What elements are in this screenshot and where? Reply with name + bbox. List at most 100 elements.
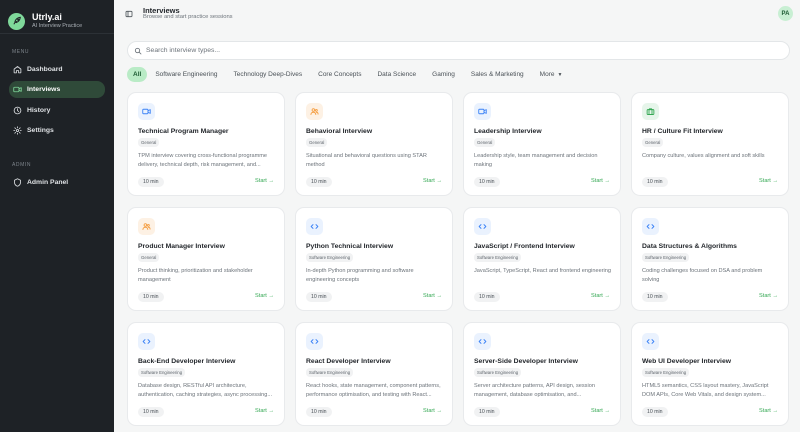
duration-badge: 10 min [306,292,332,302]
start-link[interactable]: Start → [759,293,778,299]
interview-card[interactable]: Product Manager Interview General Product … [127,207,285,311]
avatar[interactable]: PA [778,6,793,21]
chip-gaming[interactable]: Gaming [424,67,463,82]
duration-badge: 10 min [138,292,164,302]
search-input[interactable] [146,47,746,54]
duration-badge: 10 min [642,177,668,187]
card-description: Situational and behavioral questions usi… [306,153,427,168]
sidebar-item-settings[interactable]: Settings [9,122,105,139]
card-title: HR / Culture Fit Interview [642,128,723,135]
duration-badge: 10 min [306,177,332,187]
code-icon [474,333,491,350]
sidebar-item-interviews[interactable]: Interviews [9,81,105,98]
header: Interviews Browse and start practice ses… [114,0,800,28]
duration-badge: 10 min [642,292,668,302]
interview-card[interactable]: Behavioral Interview General Situational a… [295,92,453,196]
interview-card[interactable]: Data Structures & Algorithms Software Eng… [631,207,789,311]
duration-badge: 10 min [474,177,500,187]
category-badge: Software Engineering [642,368,690,377]
duration-badge: 10 min [474,292,500,302]
interview-card[interactable]: Server-Side Developer Interview Software … [463,322,621,426]
start-link[interactable]: Start → [591,408,610,414]
start-link[interactable]: Start → [759,408,778,414]
interview-card[interactable]: Back-End Developer Interview Software Eng… [127,322,285,426]
dashboard-icon [13,66,22,74]
card-title: Web UI Developer Interview [642,358,732,365]
chip-technology-deep-dives[interactable]: Technology Deep-Dives [225,67,310,82]
rocket-icon [8,12,25,30]
chip-sales-marketing[interactable]: Sales & Marketing [463,67,532,82]
admin-section-label: ADMIN [12,162,32,168]
interview-card[interactable]: Technical Program Manager General TPM inte… [127,92,285,196]
start-link[interactable]: Start → [591,178,610,184]
chip-all[interactable]: All [127,67,148,82]
sidebar-item-history[interactable]: History [9,102,105,119]
card-description: Coding challenges focused on DSA and pro… [642,268,763,283]
sidebar-item-label: Settings [27,127,54,134]
card-title: Python Technical Interview [306,243,394,250]
card-title: Technical Program Manager [138,128,229,135]
duration-badge: 10 min [642,407,668,417]
start-link[interactable]: Start → [255,408,274,414]
card-description: Product thinking, prioritization and sta… [138,268,253,283]
sidebar: Utrly.ai AI Interview Practice MENU Dash… [0,0,114,432]
chip-core-concepts[interactable]: Core Concepts [310,67,369,82]
interview-card[interactable]: JavaScript / Frontend Interview Software … [463,207,621,311]
sidebar-item-label: Interviews [27,86,61,93]
card-description: Database design, RESTful API architectur… [138,383,273,398]
start-link[interactable]: Start → [423,293,442,299]
gear-icon [13,126,22,135]
category-badge: Software Engineering [642,253,690,262]
sidebar-item-label: History [27,107,51,114]
interview-card[interactable]: Web UI Developer Interview Software Engin… [631,322,789,426]
start-link[interactable]: Start → [423,178,442,184]
start-link[interactable]: Start → [759,178,778,184]
video-icon [474,103,491,120]
code-icon [642,218,659,235]
start-link[interactable]: Start → [255,293,274,299]
interview-card-grid: Technical Program Manager General TPM inte… [127,92,790,426]
card-title: Leadership Interview [474,128,542,135]
users-icon [138,218,155,235]
card-description: Leadership style, team management and de… [474,153,598,168]
filter-chips: All Software Engineering Technology Deep… [127,67,570,82]
category-badge: Software Engineering [138,368,186,377]
category-badge: General [138,138,160,147]
category-badge: General [138,253,160,262]
chip-data-science[interactable]: Data Science [369,67,424,82]
card-title: Back-End Developer Interview [138,358,236,365]
code-icon [474,218,491,235]
chip-software-engineering[interactable]: Software Engineering [147,67,225,82]
card-title: JavaScript / Frontend Interview [474,243,575,250]
card-title: Product Manager Interview [138,243,225,250]
interview-card[interactable]: Python Technical Interview Software Engin… [295,207,453,311]
start-link[interactable]: Start → [591,293,610,299]
search-bar[interactable] [127,41,790,60]
code-icon [306,333,323,350]
code-icon [306,218,323,235]
sidebar-item-label: Admin Panel [27,179,69,186]
sidebar-item-admin-panel[interactable]: Admin Panel [9,174,105,191]
start-link[interactable]: Start → [255,178,274,184]
interview-card[interactable]: HR / Culture Fit Interview General Company… [631,92,789,196]
card-title: Behavioral Interview [306,128,373,135]
interview-card[interactable]: Leadership Interview General Leadership st… [463,92,621,196]
start-link[interactable]: Start → [423,408,442,414]
chip-more[interactable]: More ▼ [532,67,571,82]
brand[interactable]: Utrly.ai AI Interview Practice [0,0,114,34]
chip-more-label: More [539,71,555,78]
sidebar-item-dashboard[interactable]: Dashboard [9,61,105,78]
users-icon [306,103,323,120]
card-description: TPM interview covering cross-functional … [138,153,268,168]
interview-card[interactable]: React Developer Interview Software Engine… [295,322,453,426]
brand-name: Utrly.ai [32,11,62,22]
card-description: Server architecture patterns, API design… [474,383,595,398]
category-badge: General [642,138,664,147]
video-icon [13,86,22,93]
card-title: Server-Side Developer Interview [474,358,578,365]
brand-subtitle: AI Interview Practice [32,22,83,29]
sidebar-toggle-icon[interactable] [125,10,133,18]
shield-icon [14,178,21,187]
duration-badge: 10 min [138,407,164,417]
code-icon [642,333,659,350]
